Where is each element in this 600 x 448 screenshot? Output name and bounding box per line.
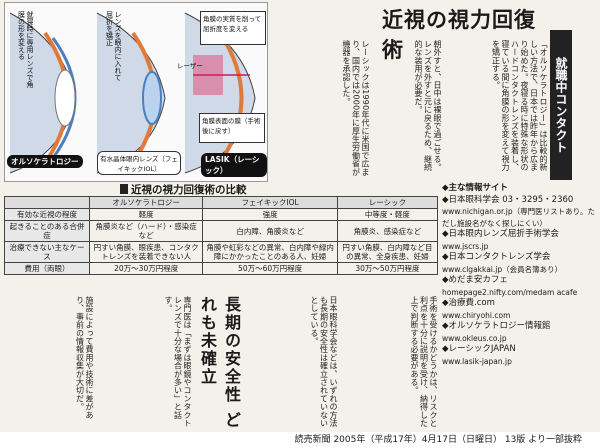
info-item: www.lasik-japan.jp — [442, 356, 512, 366]
info-item: ◆日本眼科学会 03・3295・2360 — [442, 194, 574, 205]
phakic-top-label: レンズを眼内に入れて屈折を矯正 — [105, 11, 123, 81]
table-cell: 軽度 — [88, 208, 204, 221]
table-cell: 角膜や虹彩などの異常、白内障や緑内障にかかったことのある人、妊婦 — [202, 241, 338, 263]
ortho-caption: オルソケラトロジー — [7, 155, 83, 168]
table-cell: 強度 — [202, 208, 338, 221]
table-row: 起きることのある合併症 角膜炎など（ハード）・感染症など 白内障、角膜炎など 角… — [4, 220, 439, 242]
phakic-caption: 有水晶体眼内レンズ（フェイキックIOL） — [97, 151, 181, 175]
body-column-1: レーシックは1990年代に米国で広まり、国内では2000年に厚生労働省が機器を承… — [342, 40, 370, 176]
table-header-row: オルソケラトロジー フェイキックIOL レーシック — [4, 196, 439, 209]
table-title: 近視の視力回復術の比較 — [120, 182, 247, 197]
table-cell: 角膜炎、感染症など — [336, 220, 439, 242]
newspaper-clipping: 就寝時に専用レンズで角膜の形を変える レンズを眼内に入れて屈折を矯正 角膜の実質… — [0, 0, 600, 432]
title-bar-icon — [120, 184, 128, 194]
table-row: 有効な近視の程度 軽度 強度 中等度・軽度 — [4, 208, 439, 221]
row-header: 起きることのある合併症 — [4, 220, 90, 242]
lasik-caption: LASIK（レーシック） — [201, 153, 267, 177]
table-cell: 30万〜50万円程度 — [336, 262, 439, 275]
flap-label: 角膜表面の膜（手術後に戻す） — [199, 113, 265, 143]
table-header: レーシック — [336, 196, 439, 209]
info-item: www.nichigan.or.jp（専門医リストあり。ただし施設名がなく探しに… — [442, 207, 595, 228]
row-header: 費用（両眼） — [4, 262, 90, 275]
table-header: オルソケラトロジー — [88, 196, 204, 209]
table-header — [4, 196, 90, 209]
page-title: 近視の視力回復術 — [382, 7, 536, 62]
table-title-text: 近視の視力回復術の比較 — [131, 184, 247, 196]
lasik-top-label: 角膜の実質を削って屈折度を変える — [200, 11, 266, 45]
table-cell: 角膜炎など（ハード）・感染症など — [88, 220, 204, 242]
body-column-hidden-9: 国内でも手術件数は増えているが、合併症の報告もある。 — [273, 300, 274, 301]
eye-diagram: 就寝時に専用レンズで角膜の形を変える レンズを眼内に入れて屈折を矯正 角膜の実質… — [4, 2, 268, 182]
table-row: 費用（両眼） 20万〜30万円程度 50万〜60万円程度 30万〜50万円程度 — [4, 262, 439, 275]
body-column-5: 専門医は「まずは眼鏡やコンタクトレンズで十分な場合が多い」と話す。 — [164, 296, 192, 428]
body-column-6: 日本眼科学会などは、いずれの方法も長期の安全性は確立されていないとしている。 — [310, 296, 338, 428]
table-row: 治療できない主なケース 円すい角膜、眼疾患、コンタクトレンズを装着できない人 角… — [4, 241, 439, 263]
info-sites: ◆主な情報サイト ◆日本眼科学会 03・3295・2360 www.nichig… — [442, 183, 598, 367]
table-cell: 円すい角膜、白内障など目の異常、全身疾患、妊婦 — [336, 241, 439, 263]
source-text: 読売新聞 2005年（平成17年）4月17日（日曜日） 13版 より一部抜粋 — [294, 435, 582, 445]
info-item: www.clgakkai.jp（会員名簿あり） — [442, 264, 563, 274]
comparison-table: オルソケラトロジー フェイキックIOL レーシック 有効な近視の程度 軽度 強度… — [4, 196, 439, 275]
row-header: 有効な近視の程度 — [4, 208, 90, 221]
info-item: www.chiryohi.com — [442, 310, 511, 320]
lower-headline: 長期の安全性 どれも未確立 — [198, 296, 241, 430]
info-item: ◆日本眼内レンズ屈折手術学会 — [442, 229, 559, 239]
row-header: 治療できない主なケース — [4, 241, 90, 263]
table-cell: 白内障、角膜炎など — [202, 220, 338, 242]
info-item: ◆オルソケラトロジー情報館 — [442, 321, 551, 331]
info-item: www.jscrs.jp — [442, 241, 489, 251]
info-item: homepage2.nifty.com/medam acafe — [442, 287, 578, 297]
info-item: ◆治療費.com — [442, 298, 495, 308]
body-column-4: 施設によって費用や技術に差があり、事前の情報収集が大切だ。 — [75, 296, 95, 419]
info-item: ◆めだま安カフェ — [442, 275, 508, 285]
series-tag: 就職中コンタクト — [550, 30, 572, 180]
info-item: www.okleus.co.jp — [442, 333, 507, 343]
table-cell: 20万〜30万円程度 — [88, 262, 204, 275]
laser-label: レーザー — [177, 62, 203, 70]
table-header: フェイキックIOL — [202, 196, 338, 209]
info-item: ◆日本コンタクトレンズ学会 — [442, 252, 551, 262]
table-cell: 円すい角膜、眼疾患、コンタクトレンズを装着できない人 — [88, 241, 204, 263]
table-cell: 中等度・軽度 — [336, 208, 439, 221]
info-sites-title: ◆主な情報サイト — [442, 183, 509, 193]
source-footer: 読売新聞 2005年（平成17年）4月17日（日曜日） 13版 より一部抜粋 — [0, 432, 600, 448]
info-item: ◆レーシックJAPAN — [442, 344, 516, 354]
ortho-top-label: 就寝時に専用レンズで角膜の形を変える — [17, 11, 35, 88]
table-cell: 50万〜60万円程度 — [202, 262, 338, 275]
body-column-7: 手術を受けるかどうかは、リスクと利点を十分に説明を受け、納得した上で判断する必要… — [410, 296, 438, 428]
